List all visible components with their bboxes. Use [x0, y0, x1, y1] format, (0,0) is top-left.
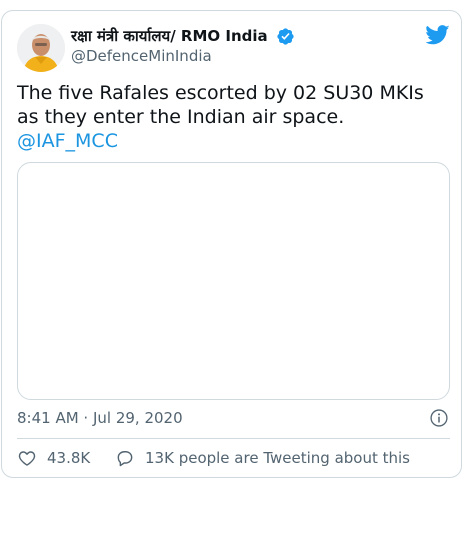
embedded-media[interactable]	[17, 162, 450, 400]
info-icon[interactable]	[429, 408, 449, 428]
conversation-link[interactable]: 13K people are Tweeting about this	[115, 448, 410, 468]
divider	[17, 438, 450, 439]
twitter-bird-icon[interactable]	[426, 25, 450, 45]
avatar-portrait	[17, 24, 65, 72]
like-count: 43.8K	[47, 449, 91, 467]
tweet-timestamp[interactable]: 8:41 AM · Jul 29, 2020	[17, 408, 183, 428]
verified-badge-icon	[277, 28, 294, 45]
tweet-card[interactable]: रक्षा मंत्री कार्यालय/ RMO India @Defenc…	[1, 10, 462, 478]
avatar[interactable]	[17, 24, 65, 72]
author-handle[interactable]: @DefenceMinIndia	[71, 46, 212, 66]
mention-link[interactable]: @IAF_MCC	[17, 130, 118, 152]
tweet-body: The five Rafales escorted by 02 SU30 MKI…	[17, 82, 424, 128]
tweeting-about-text: 13K people are Tweeting about this	[145, 449, 410, 467]
like-button[interactable]: 43.8K	[17, 448, 90, 468]
speech-bubble-icon	[117, 451, 133, 467]
tweet-text: The five Rafales escorted by 02 SU30 MKI…	[17, 81, 447, 153]
heart-icon	[18, 451, 36, 466]
author-display-name[interactable]: रक्षा मंत्री कार्यालय/ RMO India	[71, 26, 268, 46]
